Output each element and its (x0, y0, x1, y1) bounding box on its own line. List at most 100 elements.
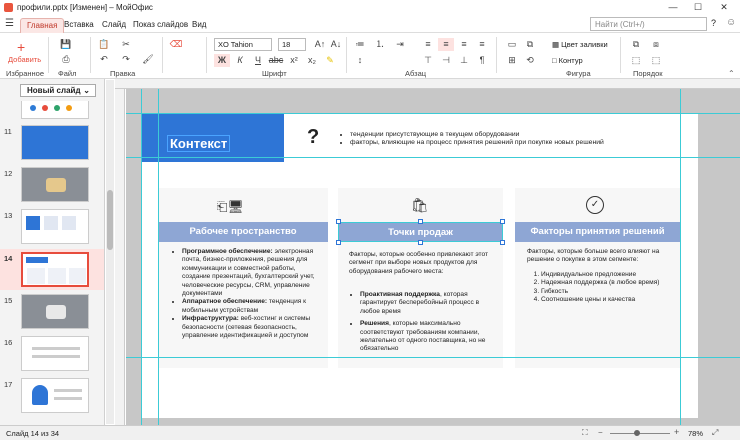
font-size-select[interactable]: 18 (278, 38, 306, 51)
font-name-select[interactable]: XO Tahion (214, 38, 272, 51)
arrange-icon[interactable]: ⧉ (522, 38, 538, 51)
slide-thumb-11[interactable] (21, 125, 89, 160)
chevron-down-icon: ⌄ (83, 86, 90, 95)
workspace-header[interactable]: Рабочее пространство (158, 222, 328, 242)
search-input[interactable]: Найти (Ctrl+/) (590, 17, 707, 31)
resize-handle[interactable] (418, 240, 423, 245)
slide-thumb-17[interactable] (21, 378, 89, 413)
sales-points-list: Проактивная поддержка, которая гарантиру… (351, 291, 494, 354)
paste-icon[interactable]: 📋 (96, 38, 112, 51)
fill-color-button[interactable]: ▦ Цвет заливки (552, 40, 608, 49)
increase-font-icon[interactable]: A↑ (312, 38, 328, 51)
collapse-ribbon-icon[interactable]: ⌃ (728, 69, 735, 78)
slide-thumb-16[interactable] (21, 336, 89, 371)
resize-handle[interactable] (500, 219, 505, 224)
guide-line[interactable] (158, 89, 159, 425)
workspace-item: Инфраструктура: веб-хостинг и системы бе… (182, 315, 321, 340)
minimize-icon[interactable]: — (663, 1, 683, 14)
slide-thumb-15[interactable] (21, 294, 89, 329)
add-button[interactable]: Добавить (8, 55, 41, 64)
line-spacing-icon[interactable]: ↕ (352, 54, 368, 67)
group-favorites-label: Избранное (6, 69, 45, 78)
underline-icon[interactable]: Ч (250, 54, 266, 67)
fullscreen-icon[interactable]: ⤢ (712, 428, 718, 438)
zoom-out-icon[interactable]: − (598, 428, 603, 437)
fit-slide-icon[interactable]: ⛶ (582, 428, 588, 438)
decision-factors-header[interactable]: Факторы принятия решений (515, 222, 680, 242)
zoom-in-icon[interactable]: + (674, 427, 679, 437)
tab-view[interactable]: Вид (186, 18, 212, 33)
zoom-level[interactable]: 78% (688, 429, 703, 438)
slide-thumb-13[interactable] (21, 209, 89, 244)
format-painter-icon[interactable]: 🖌 (140, 53, 156, 66)
align-center-icon[interactable]: ≡ (438, 38, 454, 51)
clear-format-icon[interactable]: ⌫ (168, 38, 184, 51)
shopping-bag-icon: 🛍 (411, 197, 429, 213)
valign-top-icon[interactable]: ⊤ (420, 54, 436, 67)
sales-points-intro: Факторы, которые особенно привлекают это… (349, 251, 489, 275)
rotate-icon[interactable]: ⟲ (522, 54, 538, 67)
shape-icon[interactable]: ▭ (504, 38, 520, 51)
italic-icon[interactable]: К (232, 54, 248, 67)
slide-thumb-14[interactable] (21, 252, 89, 287)
group-edit-label: Правка (110, 69, 136, 78)
resize-handle[interactable] (418, 219, 423, 224)
new-slide-label: Новый слайд (27, 86, 81, 95)
paragraph-icon[interactable]: ¶ (474, 54, 490, 67)
justify-icon[interactable]: ≡ (474, 38, 490, 51)
ungroup-objects-icon[interactable]: ⬚ (648, 54, 664, 67)
save-icon[interactable]: 💾 (58, 38, 74, 51)
bring-forward-icon[interactable]: ⧉ (628, 38, 644, 51)
numbering-icon[interactable]: ⒈ (372, 38, 388, 51)
check-circle-icon: ✓ (586, 196, 604, 214)
decision-factors-intro: Факторы, которые больше всего влияют на … (527, 248, 660, 264)
close-icon[interactable]: ✕ (714, 1, 734, 14)
zoom-slider[interactable] (610, 433, 670, 434)
slide-thumb-10[interactable] (21, 101, 89, 119)
slide-thumb-12[interactable] (21, 167, 89, 202)
outline-button[interactable]: □ Контур (552, 56, 583, 65)
maximize-icon[interactable]: ☐ (688, 1, 708, 14)
slides-scrollbar[interactable] (106, 80, 114, 424)
guide-line[interactable] (680, 89, 681, 425)
subscript-icon[interactable]: x₂ (304, 54, 320, 67)
slide-number: 15 (4, 296, 13, 305)
valign-bottom-icon[interactable]: ⊥ (456, 54, 472, 67)
strikethrough-icon[interactable]: abc (268, 54, 284, 67)
scroll-thumb[interactable] (107, 190, 113, 250)
guide-line[interactable] (126, 357, 740, 358)
slide[interactable]: Контекст ? тенденции присутствующие в те… (141, 113, 698, 418)
indent-icon[interactable]: ⇥ (392, 38, 408, 51)
align-right-icon[interactable]: ≡ (456, 38, 472, 51)
print-icon[interactable]: ⎙ (58, 53, 74, 66)
zoom-slider-thumb[interactable] (634, 430, 640, 436)
valign-middle-icon[interactable]: ⊣ (438, 54, 454, 67)
cut-icon[interactable]: ✂ (118, 38, 134, 51)
help-icon[interactable]: ? (711, 18, 716, 28)
undo-icon[interactable]: ↶ (96, 53, 112, 66)
sales-points-header[interactable]: Точки продаж (338, 222, 503, 242)
guide-line[interactable] (126, 157, 740, 158)
add-icon[interactable]: + (17, 39, 25, 55)
tab-insert[interactable]: Вставка (58, 18, 100, 33)
resize-handle[interactable] (336, 240, 341, 245)
user-icon[interactable]: ☺ (726, 17, 736, 28)
guide-line[interactable] (126, 113, 740, 114)
context-title[interactable]: Контекст (167, 135, 231, 152)
highlight-icon[interactable]: ✎ (322, 54, 338, 67)
guide-line[interactable] (141, 89, 142, 425)
redo-icon[interactable]: ↷ (118, 53, 134, 66)
tab-slideshow[interactable]: Показ слайдов (127, 18, 194, 33)
bold-icon[interactable]: Ж (214, 54, 230, 67)
send-backward-icon[interactable]: ⧈ (648, 38, 664, 51)
group-objects-icon[interactable]: ⬚ (628, 54, 644, 67)
decrease-font-icon[interactable]: A↓ (328, 38, 344, 51)
superscript-icon[interactable]: x² (286, 54, 302, 67)
resize-handle[interactable] (336, 219, 341, 224)
align-objects-icon[interactable]: ⊞ (504, 54, 520, 67)
bullets-icon[interactable]: ≔ (352, 38, 368, 51)
align-left-icon[interactable]: ≡ (420, 38, 436, 51)
resize-handle[interactable] (500, 240, 505, 245)
new-slide-button[interactable]: Новый слайд ⌄ (20, 84, 96, 97)
menu-icon[interactable]: ☰ (5, 18, 14, 29)
